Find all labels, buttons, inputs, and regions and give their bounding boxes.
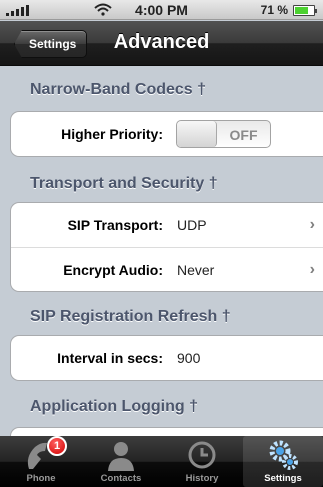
chevron-right-icon: › (309, 216, 315, 233)
tab-bar: 1 Phone Contacts History Settings (0, 436, 323, 487)
group-logging (10, 427, 323, 436)
higher-priority-toggle[interactable]: OFF (176, 120, 271, 148)
row-encrypt-audio[interactable]: Encrypt Audio: Never › (11, 247, 323, 291)
interval-value: 900 (177, 350, 201, 366)
section-title-narrowband: Narrow-Band Codecs † (30, 81, 207, 98)
row-sip-transport[interactable]: SIP Transport: UDP › (11, 203, 323, 247)
group-transport: SIP Transport: UDP › Encrypt Audio: Neve… (10, 202, 323, 292)
tab-phone-label: Phone (26, 473, 56, 484)
higher-priority-label: Higher Priority: (61, 126, 163, 142)
battery-icon (293, 5, 317, 16)
status-bar: 4:00 PM 71 % (0, 0, 323, 20)
chevron-right-icon: › (309, 261, 315, 278)
row-higher-priority: Higher Priority: OFF (11, 112, 323, 156)
settings-list[interactable]: Narrow-Band Codecs † Higher Priority: OF… (0, 67, 323, 436)
contacts-icon (108, 442, 134, 471)
page-title: Advanced (113, 31, 210, 53)
encrypt-audio-label: Encrypt Audio: (63, 262, 163, 278)
phone-badge: 1 (47, 436, 67, 456)
tab-contacts[interactable]: Contacts (81, 436, 161, 487)
group-narrowband: Higher Priority: OFF (10, 111, 323, 157)
section-title-transport: Transport and Security † (30, 175, 218, 192)
tab-settings-label: Settings (264, 473, 302, 484)
encrypt-audio-value: Never (177, 262, 215, 278)
tab-history[interactable]: History (162, 436, 242, 487)
toggle-state-label: OFF (229, 127, 258, 143)
gears-icon (269, 440, 298, 470)
clock-icon (188, 441, 216, 469)
group-registration: Interval in secs: 900 (10, 335, 323, 381)
navigation-bar: Settings Advanced (0, 21, 323, 66)
section-title-logging: Application Logging † (30, 398, 198, 415)
tab-phone[interactable]: 1 Phone (1, 436, 81, 487)
row-interval[interactable]: Interval in secs: 900 (11, 336, 323, 380)
tab-contacts-label: Contacts (100, 473, 142, 484)
interval-label: Interval in secs: (57, 350, 163, 366)
toggle-knob[interactable] (177, 121, 217, 147)
tab-settings[interactable]: Settings (243, 436, 323, 487)
battery-percent: 71 % (260, 3, 288, 17)
section-title-registration: SIP Registration Refresh † (30, 308, 231, 325)
tab-history-label: History (185, 473, 219, 484)
sip-transport-label: SIP Transport: (67, 217, 163, 233)
sip-transport-value: UDP (177, 217, 207, 233)
